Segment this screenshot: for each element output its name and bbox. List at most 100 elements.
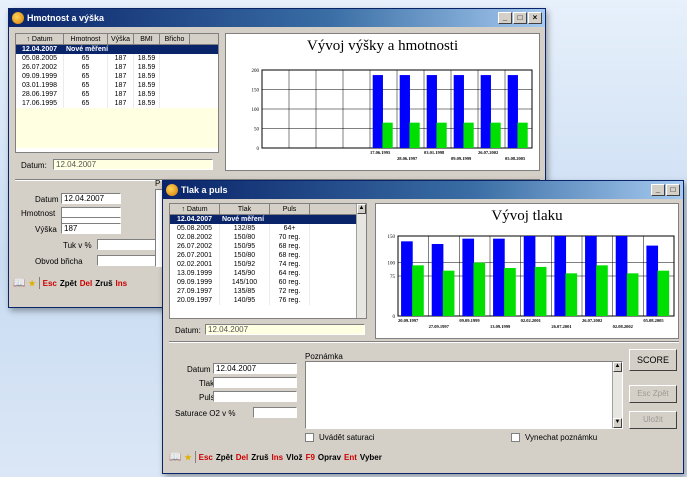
- table-row[interactable]: 09.09.1999 65 187 18.59: [16, 72, 218, 81]
- zpet-button[interactable]: Zpět: [60, 279, 77, 288]
- oprav-button[interactable]: Oprav: [318, 453, 341, 462]
- score-button[interactable]: SCORE: [629, 349, 677, 371]
- book-icon[interactable]: 📖: [169, 452, 181, 463]
- column-header-bricho[interactable]: Břicho: [160, 34, 190, 44]
- table-row[interactable]: 02.02.2001 150/92 74 reg.: [170, 260, 366, 269]
- datum-label: Datum: [187, 365, 211, 374]
- saturace-input[interactable]: [253, 407, 297, 418]
- column-header-bmi[interactable]: BMI: [134, 34, 160, 44]
- bar-green: [504, 268, 516, 316]
- vynechat-poznamku-checkbox[interactable]: [511, 433, 520, 442]
- tlak-input[interactable]: [213, 377, 297, 388]
- bar-green: [626, 273, 639, 316]
- puls-input[interactable]: [213, 391, 297, 402]
- table-cell: 26.07.2002: [16, 63, 64, 72]
- column-header-puls[interactable]: Puls: [270, 204, 310, 214]
- date-readonly-field: 12.04.2007: [205, 324, 365, 335]
- table-row[interactable]: 20.09.1997 140/95 76 reg.: [170, 296, 366, 305]
- table-row[interactable]: 02.08.2002 150/80 70 reg.: [170, 233, 366, 242]
- maximize-button[interactable]: □: [666, 184, 680, 196]
- table-row[interactable]: 05.08.2005 65 187 18.59: [16, 54, 218, 63]
- table-row-selected[interactable]: 12.04.2007 Nové měření: [170, 215, 366, 224]
- bar-blue: [615, 236, 628, 316]
- table-cell: 68 reg.: [270, 242, 310, 251]
- bar-green: [412, 265, 424, 316]
- book-icon[interactable]: 📖: [13, 278, 25, 289]
- y-tick-label: 0: [257, 147, 260, 152]
- table-row[interactable]: 28.06.1997 65 187 18.59: [16, 90, 218, 99]
- grid-header: ↑ Datum Tlak Puls: [170, 204, 366, 215]
- table-cell: 145/100: [220, 278, 270, 287]
- ins-key[interactable]: Ins: [272, 453, 284, 462]
- window-tlak-a-puls: Tlak a puls _ □ ↑ Datum Tlak Puls 12.04.…: [162, 180, 684, 474]
- star-icon[interactable]: ★: [184, 453, 191, 462]
- del-key[interactable]: Del: [80, 279, 92, 288]
- uvadet-saturaci-checkbox[interactable]: [305, 433, 314, 442]
- close-button[interactable]: ×: [528, 12, 542, 24]
- table-row[interactable]: 05.08.2005 132/85 64+: [170, 224, 366, 233]
- vynechat-poznamku-label: Vynechat poznámku: [525, 433, 598, 442]
- minimize-button[interactable]: _: [498, 12, 512, 24]
- bar-green: [436, 122, 447, 148]
- column-header-vyska[interactable]: Výška: [108, 34, 134, 44]
- esc-zpet-button[interactable]: Esc Zpět: [629, 385, 677, 403]
- datum-input[interactable]: 12.04.2007: [61, 193, 121, 204]
- maximize-button[interactable]: □: [513, 12, 527, 24]
- ent-key[interactable]: Ent: [344, 453, 357, 462]
- y-tick-label: 0: [393, 315, 396, 320]
- vloz-button[interactable]: Vlož: [286, 453, 302, 462]
- column-header-tlak[interactable]: Tlak: [220, 204, 270, 214]
- table-row[interactable]: 26.07.2002 65 187 18.59: [16, 63, 218, 72]
- poznamka-textarea[interactable]: ▲ ▼: [305, 361, 623, 429]
- esc-key[interactable]: Esc: [199, 453, 213, 462]
- table-cell: 26.07.2001: [170, 251, 220, 260]
- table-cell: 187: [108, 90, 134, 99]
- table-row[interactable]: 09.09.1999 145/100 60 reg.: [170, 278, 366, 287]
- table-cell: 132/85: [220, 224, 270, 233]
- datum-input[interactable]: 12.04.2007: [213, 363, 297, 374]
- pressure-grid[interactable]: ↑ Datum Tlak Puls 12.04.2007 Nové měření…: [169, 203, 367, 319]
- table-row[interactable]: 26.07.2002 150/95 68 reg.: [170, 242, 366, 251]
- vyber-button[interactable]: Vyber: [360, 453, 382, 462]
- star-icon[interactable]: ★: [28, 279, 35, 288]
- column-header-datum[interactable]: ↑ Datum: [16, 34, 64, 44]
- table-row[interactable]: 26.07.2001 150/80 68 reg.: [170, 251, 366, 260]
- table-row[interactable]: 17.06.1995 65 187 18.59: [16, 99, 218, 108]
- table-row[interactable]: 27.09.1997 135/85 72 reg.: [170, 287, 366, 296]
- obvod-label: Obvod břicha: [35, 257, 83, 266]
- table-row[interactable]: 03.01.1998 65 187 18.59: [16, 81, 218, 90]
- minimize-button[interactable]: _: [651, 184, 665, 196]
- esc-key[interactable]: Esc: [43, 279, 57, 288]
- table-cell: 65: [64, 99, 108, 108]
- zrus-button[interactable]: Zruš: [95, 279, 112, 288]
- bar-green: [442, 270, 455, 316]
- table-row-selected[interactable]: 12.04.2007 Nové měření: [16, 45, 218, 54]
- ulozit-button[interactable]: Uložit: [629, 411, 677, 429]
- column-header-datum[interactable]: ↑ Datum: [170, 204, 220, 214]
- vyska-label: Výška: [35, 225, 57, 234]
- tuk-input[interactable]: [97, 239, 157, 250]
- bar-green: [534, 266, 547, 316]
- grid-scrollbar[interactable]: ▲: [356, 204, 366, 318]
- table-row[interactable]: 13.09.1999 145/90 64 reg.: [170, 269, 366, 278]
- divider: [169, 341, 679, 343]
- zpet-button[interactable]: Zpět: [216, 453, 233, 462]
- table-cell: 09.09.1999: [16, 72, 64, 81]
- table-cell: 76 reg.: [270, 296, 310, 305]
- table-cell: 60 reg.: [270, 278, 310, 287]
- textarea-scrollbar[interactable]: ▲ ▼: [612, 362, 622, 428]
- bar-blue: [585, 236, 597, 316]
- titlebar[interactable]: Tlak a puls _ □: [163, 181, 683, 199]
- vyska-input[interactable]: 187: [61, 223, 121, 234]
- column-header-hmotnost[interactable]: Hmotnost: [64, 34, 108, 44]
- zrus-button[interactable]: Zruš: [251, 453, 268, 462]
- f9-key[interactable]: F9: [306, 453, 315, 462]
- table-cell: 65: [64, 72, 108, 81]
- titlebar[interactable]: Hmotnost a výška _ □ ×: [9, 9, 545, 27]
- cell-new-measurement: Nové měření: [220, 215, 290, 224]
- weight-grid[interactable]: ↑ Datum Hmotnost Výška BMI Břicho 12.04.…: [15, 33, 219, 153]
- del-key[interactable]: Del: [236, 453, 248, 462]
- ins-key[interactable]: Ins: [116, 279, 128, 288]
- bar-blue: [401, 241, 413, 316]
- obvod-input[interactable]: [97, 255, 157, 266]
